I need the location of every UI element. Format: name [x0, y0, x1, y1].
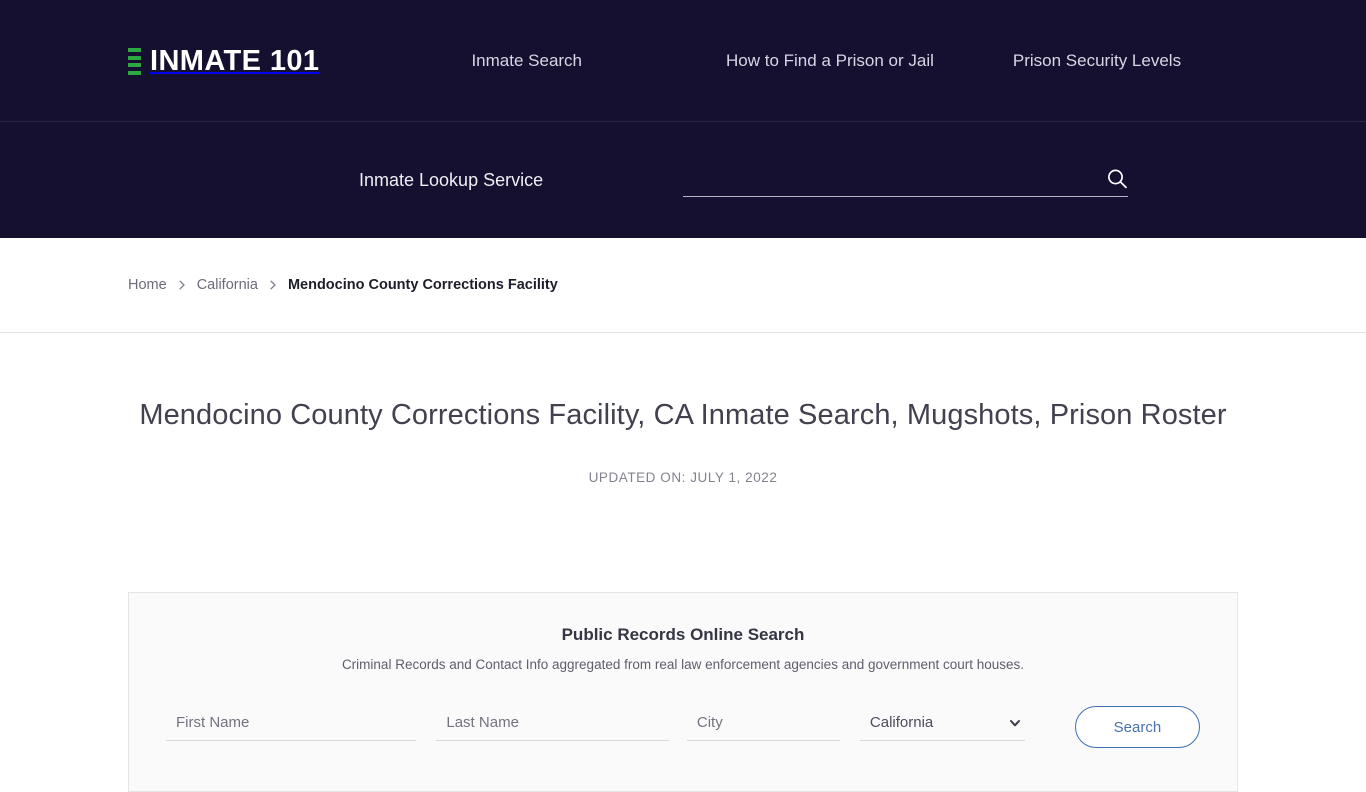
breadcrumb: Home California Mendocino County Correct…	[128, 277, 558, 293]
page-title: Mendocino County Corrections Facility, C…	[139, 399, 1227, 431]
brand-logo-link[interactable]: INMATE 101	[128, 45, 319, 78]
site-header: INMATE 101 Inmate Search How to Find a P…	[0, 0, 1366, 122]
breadcrumb-bar: Home California Mendocino County Correct…	[0, 238, 1366, 333]
breadcrumb-item-current: Mendocino County Corrections Facility	[287, 277, 558, 293]
page-title-block: Mendocino County Corrections Facility, C…	[0, 333, 1366, 485]
last-name-field[interactable]	[436, 713, 669, 741]
first-name-input[interactable]	[176, 713, 417, 731]
public-records-subtitle: Criminal Records and Contact Info aggreg…	[341, 657, 1025, 672]
search-icon	[1108, 169, 1127, 188]
first-name-field[interactable]	[166, 713, 417, 741]
chevron-right-icon	[267, 279, 279, 291]
city-input[interactable]	[696, 713, 840, 731]
last-name-input[interactable]	[446, 713, 669, 731]
breadcrumb-item-california[interactable]: California	[197, 277, 258, 293]
state-field[interactable]: California	[859, 713, 1025, 741]
search-input[interactable]	[683, 163, 1098, 192]
chevron-right-icon	[176, 279, 188, 291]
search-submit-button[interactable]	[1098, 168, 1128, 192]
page-main: Mendocino County Corrections Facility, C…	[0, 333, 1366, 792]
breadcrumb-item-home[interactable]: Home	[128, 277, 167, 293]
lookup-search-field[interactable]	[683, 163, 1128, 197]
public-records-form: California Search	[129, 706, 1237, 748]
last-updated-text: UPDATED ON: JULY 1, 2022	[588, 470, 778, 486]
nav-item-prison-security-levels[interactable]: Prison Security Levels	[1013, 45, 1181, 77]
inmate-lookup-label: Inmate Lookup Service	[359, 169, 544, 190]
public-records-panel: Public Records Online Search Criminal Re…	[128, 592, 1238, 792]
city-field[interactable]	[686, 713, 840, 741]
public-records-title: Public Records Online Search	[561, 625, 805, 644]
nav-item-inmate-search[interactable]: Inmate Search	[471, 45, 582, 77]
nav-item-how-to-find-a-prison-or-jail[interactable]: How to Find a Prison or Jail	[726, 45, 934, 77]
state-select[interactable]: California	[869, 713, 1025, 731]
records-search-button[interactable]: Search	[1074, 706, 1200, 748]
bars-logo-icon	[128, 47, 141, 75]
inmate-lookup-bar: Inmate Lookup Service	[0, 122, 1366, 238]
brand-name: INMATE 101	[150, 44, 320, 77]
main-navigation: Inmate Search How to Find a Prison or Ja…	[471, 45, 1181, 77]
